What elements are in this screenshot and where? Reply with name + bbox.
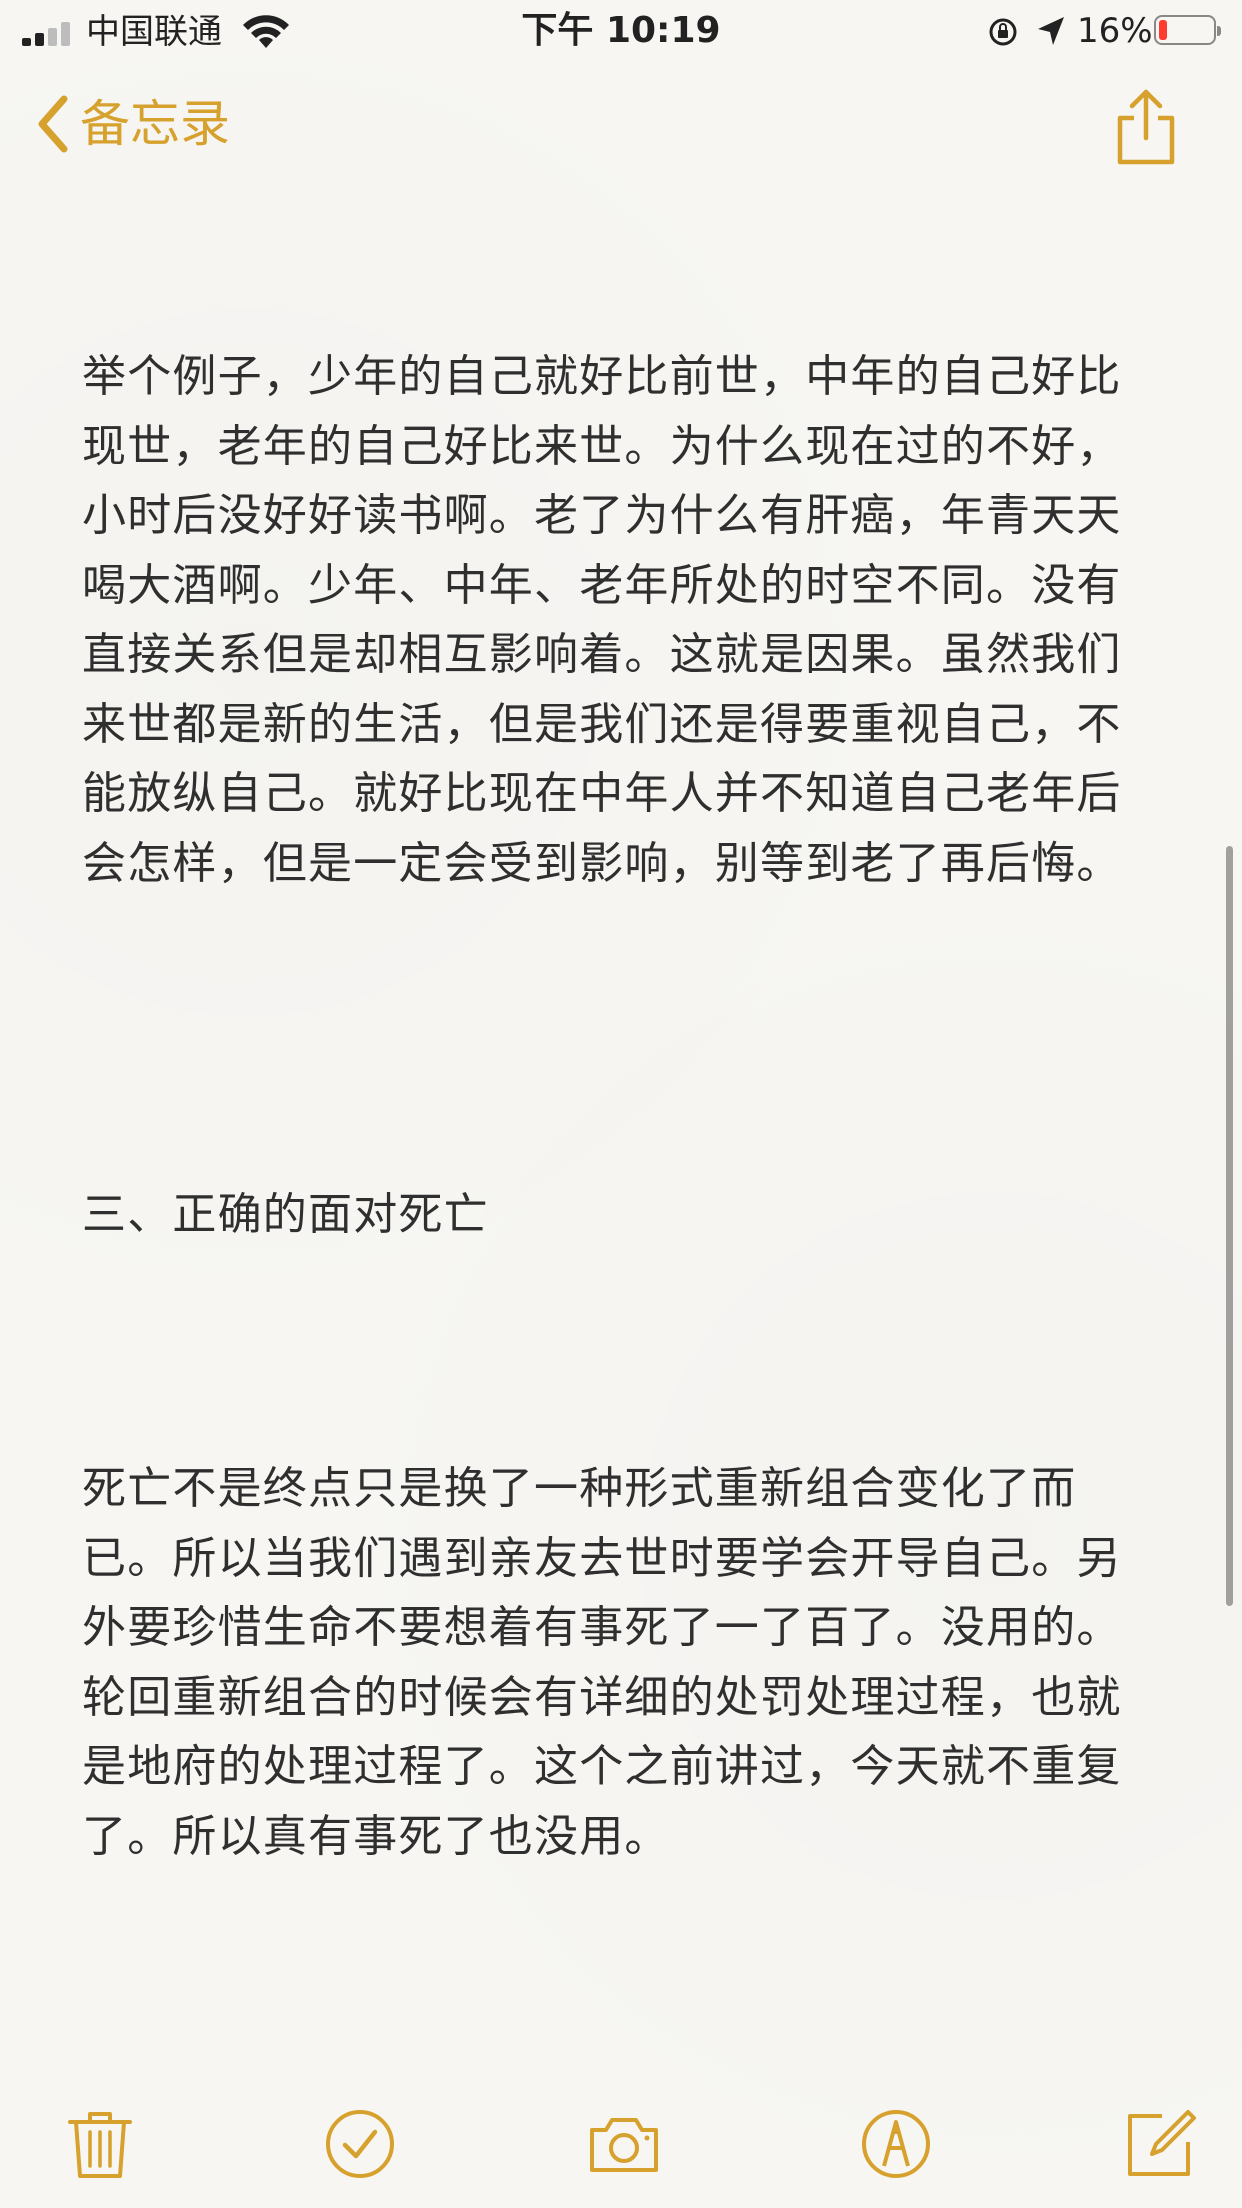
camera-button[interactable] <box>586 2106 662 2182</box>
note-background <box>0 0 1242 2208</box>
back-label: 备忘录 <box>80 95 230 153</box>
note-heading: 三、正确的面对死亡 <box>82 1189 489 1240</box>
checklist-button[interactable] <box>322 2106 398 2182</box>
delete-button[interactable] <box>62 2106 138 2182</box>
share-icon <box>1117 89 1175 165</box>
camera-icon <box>590 2118 658 2172</box>
battery-level <box>1159 20 1167 40</box>
markup-icon <box>862 2110 930 2178</box>
status-bar: 中国联通 下午 10:19 16% <box>0 0 1242 62</box>
back-button[interactable]: 备忘录 <box>34 88 230 160</box>
trash-icon <box>68 2112 132 2178</box>
scrollbar[interactable] <box>1226 846 1233 1606</box>
battery-percent: 16% <box>1077 11 1153 51</box>
bottom-toolbar <box>0 2090 1242 2190</box>
chevron-left-icon <box>38 95 68 153</box>
compose-icon <box>1128 2110 1196 2176</box>
location-arrow-icon <box>1038 17 1064 45</box>
markup-button[interactable] <box>858 2106 934 2182</box>
orientation-lock-icon <box>989 18 1017 46</box>
share-button[interactable] <box>1110 88 1182 166</box>
battery-icon <box>1154 15 1221 45</box>
note-paragraph: 举个例子，少年的自己就好比前世，中年的自己好比现世，老年的自己好比来世。为什么现… <box>82 351 1122 889</box>
compose-button[interactable] <box>1122 2106 1198 2182</box>
note-paragraph: 死亡不是终点只是换了一种形式重新组合变化了而已。所以当我们遇到亲友去世时要学会开… <box>82 1463 1122 1862</box>
checklist-icon <box>326 2110 394 2178</box>
